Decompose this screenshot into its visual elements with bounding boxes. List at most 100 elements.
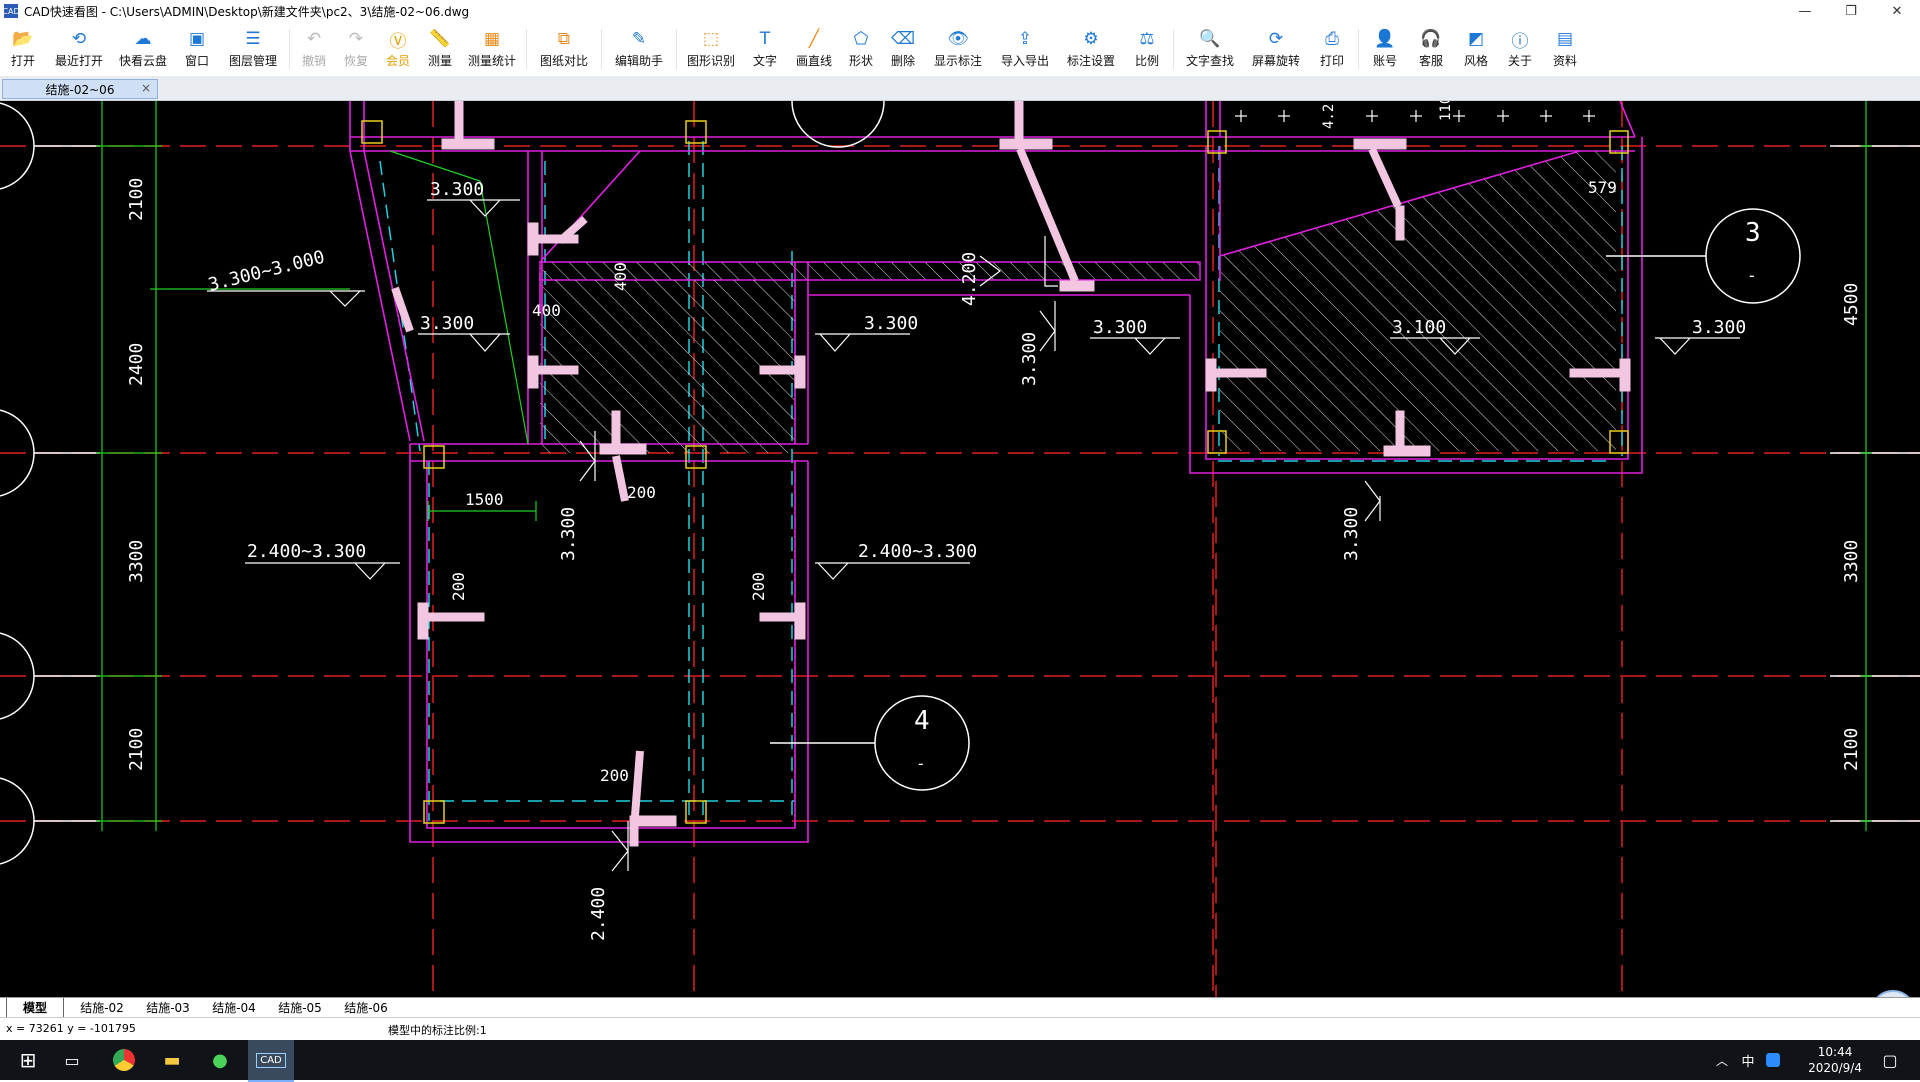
text-search-button[interactable]: 🔍 文字查找 xyxy=(1177,22,1243,70)
section-sub-4: - xyxy=(916,754,926,773)
tray-expand-icon[interactable]: ︿ xyxy=(1712,1040,1732,1080)
mark-settings-button[interactable]: ⚙ 标注设置 xyxy=(1058,22,1124,70)
history-icon: ⟲ xyxy=(71,29,87,49)
redo-button[interactable]: ↷ 恢复 xyxy=(335,22,377,70)
measure-button[interactable]: 📏 测量 xyxy=(419,22,461,70)
dim-text: 400 xyxy=(532,301,561,320)
rotate-icon: ⟳ xyxy=(1268,29,1284,49)
level-text: 2.400 xyxy=(588,887,609,941)
line-button[interactable]: ╱ 画直线 xyxy=(788,22,840,70)
wechat-icon[interactable]: ● xyxy=(198,1040,242,1080)
tab-close-icon[interactable]: × xyxy=(141,81,151,95)
tab-layout-02[interactable]: 结施-02 xyxy=(70,998,134,1017)
print-button[interactable]: ⎙ 打印 xyxy=(1309,22,1355,70)
document-tab-bar: 结施-02~06 × xyxy=(0,76,1920,101)
undo-button[interactable]: ↶ 撤销 xyxy=(293,22,335,70)
section-sub-3: - xyxy=(1747,266,1757,285)
tab-layout-06[interactable]: 结施-06 xyxy=(334,998,398,1017)
dim-text: 1500 xyxy=(465,490,504,509)
toolbar-separator xyxy=(1173,29,1174,69)
resources-button[interactable]: ▤ 资料 xyxy=(1542,22,1588,70)
stats-icon: ▦ xyxy=(483,29,501,49)
level-text: 3.300 xyxy=(1692,317,1746,338)
tray-app-icon[interactable] xyxy=(1762,1040,1784,1080)
cloud-button[interactable]: ☁ 快看云盘 xyxy=(112,22,174,70)
style-button[interactable]: ◩ 风格 xyxy=(1454,22,1498,70)
window-icon: ▣ xyxy=(188,29,206,49)
file-explorer-icon[interactable]: ▬ xyxy=(150,1040,194,1080)
show-marks-button[interactable]: 👁 显示标注 xyxy=(924,22,992,70)
eraser-icon: ⌫ xyxy=(890,29,916,49)
scale-button[interactable]: ⚖ 比例 xyxy=(1124,22,1170,70)
window-button[interactable]: ▣ 窗口 xyxy=(174,22,220,70)
dim-left-4: 2100 xyxy=(126,728,147,771)
section-mark-3: 3 xyxy=(1745,218,1761,248)
tab-layout-03[interactable]: 结施-03 xyxy=(136,998,200,1017)
delete-button[interactable]: ⌫ 删除 xyxy=(882,22,924,70)
notification-icon[interactable]: ▢ xyxy=(1870,1040,1910,1080)
tab-model[interactable]: 模型 xyxy=(6,998,64,1017)
settings-icon: ⚙ xyxy=(1083,29,1099,49)
shape-recog-button[interactable]: ⬚ 图形识别 xyxy=(680,22,742,70)
shape-icon: ⬠ xyxy=(853,29,869,49)
layers-button[interactable]: ☰ 图层管理 xyxy=(220,22,286,70)
dimension-lines-right xyxy=(1860,101,1872,831)
drawing-canvas[interactable]: 2100 2400 3300 2100 4500 3300 2100 3.300… xyxy=(0,101,1920,997)
undo-icon: ↶ xyxy=(306,29,322,49)
windows-taskbar: ⊞ ▭ ▬ ● CAD ︿ 中 10:44 2020/9/4 ▢ xyxy=(0,1040,1920,1082)
minimize-button[interactable]: — xyxy=(1782,0,1828,22)
coordinate-readout: x = 73261 y = -101795 xyxy=(6,1022,136,1035)
axis-lines-horizontal xyxy=(0,145,1920,822)
green-leaders xyxy=(389,150,537,521)
system-clock[interactable]: 10:44 2020/9/4 xyxy=(1808,1044,1862,1076)
close-button[interactable]: ✕ xyxy=(1874,0,1920,22)
level-text: 3.300 xyxy=(1093,317,1147,338)
headset-icon: 🎧 xyxy=(1420,29,1442,49)
windows-start-icon[interactable]: ⊞ xyxy=(8,1040,48,1080)
tab-layout-04[interactable]: 结施-04 xyxy=(202,998,266,1017)
cad-app-taskbar-icon[interactable]: CAD xyxy=(248,1040,294,1082)
dim-text: 400 xyxy=(611,262,630,291)
export-icon: ⇪ xyxy=(1017,29,1033,49)
axis-bubbles-left xyxy=(0,102,1920,865)
level-text: 3.300 xyxy=(1019,332,1040,386)
edit-helper-button[interactable]: ✎ 编辑助手 xyxy=(605,22,673,70)
tab-layout-05[interactable]: 结施-05 xyxy=(268,998,332,1017)
chrome-icon[interactable] xyxy=(102,1040,146,1080)
vip-button[interactable]: Ⓥ 会员 xyxy=(377,22,419,70)
cad-drawing: 2100 2400 3300 2100 4500 3300 2100 3.300… xyxy=(0,101,1920,997)
restore-button[interactable]: ❐ xyxy=(1828,0,1874,22)
toolbar-separator xyxy=(526,29,527,69)
service-button[interactable]: 🎧 客服 xyxy=(1408,22,1454,70)
ime-indicator[interactable]: 中 xyxy=(1738,1040,1758,1080)
dim-right-2: 3300 xyxy=(1841,540,1862,583)
dim-text: 200 xyxy=(749,572,768,601)
about-button[interactable]: ⓘ 关于 xyxy=(1498,22,1542,70)
import-export-button[interactable]: ⇪ 导入导出 xyxy=(992,22,1058,70)
level-text: 3.300 xyxy=(430,179,484,200)
task-view-icon[interactable]: ▭ xyxy=(52,1040,92,1080)
text-icon: T xyxy=(759,29,771,49)
document-tab[interactable]: 结施-02~06 × xyxy=(2,79,158,99)
folder-icon: 📂 xyxy=(12,29,34,49)
compare-button[interactable]: ⧉ 图纸对比 xyxy=(530,22,598,70)
toolbar-separator xyxy=(676,29,677,69)
redo-icon: ↷ xyxy=(348,29,364,49)
screen-rotate-button[interactable]: ⟳ 屏幕旋转 xyxy=(1243,22,1309,70)
shape-button[interactable]: ⬠ 形状 xyxy=(840,22,882,70)
user-icon: 👤 xyxy=(1374,29,1396,49)
hatched-beam xyxy=(539,261,1201,281)
open-button[interactable]: 📂 打开 xyxy=(0,22,46,70)
dim-left-1: 2100 xyxy=(126,178,147,221)
level-text: 4.200 xyxy=(959,252,980,306)
title-bar: CAD CAD快速看图 - C:\Users\ADMIN\Desktop\新建文… xyxy=(0,0,1920,22)
style-icon: ◩ xyxy=(1467,29,1485,49)
measure-stats-button[interactable]: ▦ 测量统计 xyxy=(461,22,523,70)
account-button[interactable]: 👤 账号 xyxy=(1362,22,1408,70)
dim-text: 200 xyxy=(627,483,656,502)
toolbar-separator xyxy=(601,29,602,69)
recent-button[interactable]: ⟲ 最近打开 xyxy=(46,22,112,70)
text-button[interactable]: T 文字 xyxy=(742,22,788,70)
level-text: 2.400~3.300 xyxy=(858,541,977,562)
status-bar: x = 73261 y = -101795 模型中的标注比例:1 xyxy=(0,1017,1920,1040)
